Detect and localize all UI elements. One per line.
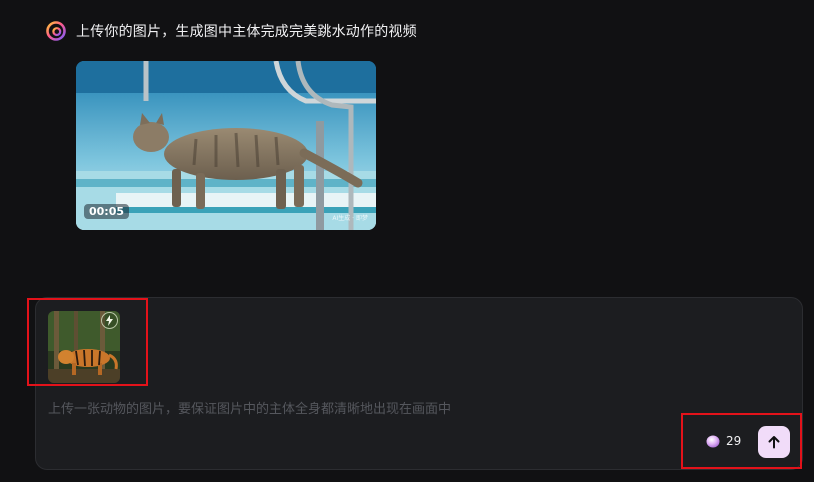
credit-count: 29 bbox=[726, 434, 742, 448]
credit-counter: 29 bbox=[706, 434, 741, 448]
arrow-up-icon bbox=[768, 436, 780, 449]
prompt-text: 上传你的图片，生成图中主体完成完美跳水动作的视频 bbox=[76, 24, 417, 40]
video-duration: 00:05 bbox=[84, 204, 130, 219]
gem-icon bbox=[706, 435, 720, 447]
prompt-row: 上传你的图片，生成图中主体完成完美跳水动作的视频 bbox=[46, 21, 417, 41]
generated-video-card[interactable]: 00:05 AI生成 · 即梦 bbox=[76, 61, 376, 230]
lightning-icon bbox=[101, 312, 118, 329]
prompt-placeholder[interactable]: 上传一张动物的图片，要保证图片中的主体全身都清晰地出现在画面中 bbox=[48, 398, 451, 417]
uploaded-image-thumbnail[interactable] bbox=[48, 311, 120, 383]
generation-page: 上传你的图片，生成图中主体完成完美跳水动作的视频 00:05 AI生成 · 即梦… bbox=[0, 0, 814, 482]
video-watermark: AI生成 · 即梦 bbox=[332, 215, 368, 222]
send-button[interactable] bbox=[758, 426, 790, 458]
prompt-composer: 上传一张动物的图片，要保证图片中的主体全身都清晰地出现在画面中 29 bbox=[35, 297, 803, 470]
brand-swirl-icon bbox=[46, 21, 66, 41]
